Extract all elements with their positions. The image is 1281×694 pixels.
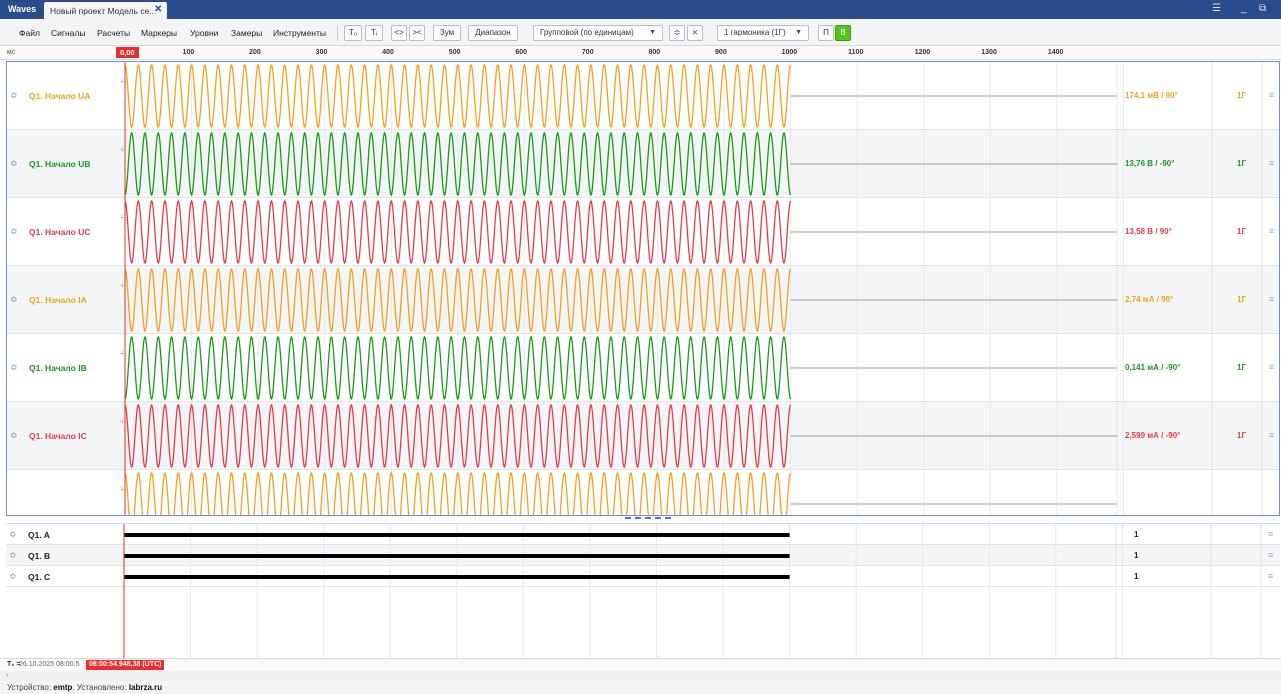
ruler-tick-label: 1200 — [914, 49, 931, 56]
ruler-tick-label: 1000 — [781, 49, 798, 56]
fit-vertical-icon: ≎ — [673, 28, 681, 37]
ruler-tick-label: 300 — [315, 49, 328, 56]
digital-state-bar[interactable] — [124, 533, 790, 537]
group-mode-value: Групповой (по единицам) — [540, 28, 634, 37]
title-bar: Waves Новый проект Модель се... ✕ ☰ _ ⧉ — [0, 0, 1281, 19]
p-button[interactable]: П — [818, 25, 834, 41]
ruler-tick-label: 1300 — [981, 49, 997, 56]
status-prefix: Устройство: — [7, 683, 54, 692]
stretch-icon: ⨯ — [691, 28, 699, 37]
minimize-icon[interactable]: _ — [1241, 3, 1247, 14]
ruler-tick-label: 200 — [249, 49, 261, 56]
ti-button[interactable]: Tᵢ — [365, 25, 383, 41]
app-title: Waves — [8, 4, 37, 14]
v-button[interactable]: В — [835, 25, 851, 41]
digital-state-bar[interactable] — [124, 575, 790, 579]
horizontal-scrollbar[interactable]: ‹ — [0, 670, 1281, 681]
menu-measurements[interactable]: Замеры — [231, 28, 262, 38]
toolbar-separator — [337, 25, 338, 41]
group-mode-select[interactable]: Групповой (по единицам) ▼ — [533, 25, 663, 41]
analog-signals-panel[interactable]: ≎ Q1. Начало UA 174,1 мВ / 90° 1Г ≡ ≎ Q1. Нача… — [6, 61, 1280, 516]
document-tab[interactable]: Новый проект Модель се... ✕ — [44, 2, 167, 19]
ruler-unit-label: мс — [7, 49, 16, 56]
menu-file[interactable]: Файл — [19, 28, 40, 38]
plus-marker-icon: + — [119, 144, 125, 156]
expand-button[interactable]: <> — [391, 25, 407, 41]
t0-date: 26.10.2025 08:00:5 — [19, 661, 80, 668]
zoom-button[interactable]: Зум — [433, 25, 461, 41]
menu-markers[interactable]: Маркеры — [141, 28, 177, 38]
ruler-tick-label: 500 — [448, 49, 461, 56]
status-installer: labrza.ru — [128, 683, 163, 692]
range-button[interactable]: Диапазон — [468, 25, 518, 41]
chevron-down-icon: ▼ — [795, 29, 802, 36]
scroll-up-icon[interactable]: ▲ — [1279, 126, 1280, 132]
chevron-down-icon: ▼ — [649, 29, 656, 36]
close-tab-icon[interactable]: ✕ — [154, 4, 162, 15]
fit-vertical-button[interactable]: ≎ — [669, 25, 685, 41]
ruler-tick-label: 700 — [581, 49, 594, 56]
status-text: Устройство: emtp. Установлено: labrza.ru — [7, 683, 162, 692]
menu-calculations[interactable]: Расчеты — [97, 28, 130, 38]
hamburger-menu-icon[interactable]: ☰ — [1212, 3, 1221, 14]
menu-tools[interactable]: Инструменты — [273, 28, 326, 38]
app-window: Waves Новый проект Модель се... ✕ ☰ _ ⧉ … — [0, 0, 1281, 694]
plus-marker-icon: + — [119, 484, 125, 496]
status-device: emtp — [53, 683, 73, 692]
digital-signals-panel[interactable]: ≎ Q1. A 1 ≡ ≎ Q1. B 1 ≡ ≎ Q1. C 1 ≡ — [6, 523, 1280, 658]
plus-marker-icon: + — [119, 212, 125, 224]
menu-levels[interactable]: Уровни — [190, 28, 218, 38]
restore-icon[interactable]: ⧉ — [1259, 3, 1266, 14]
t0-cursor-time: 08:00:54.948,38 (UTC) — [86, 660, 165, 670]
ruler-tick-label: 800 — [648, 49, 661, 56]
time-ruler[interactable]: мс 0,00 100 200 300 400 500 600 700 800 900 1000 1… — [0, 46, 1281, 60]
panel-splitter[interactable] — [625, 517, 671, 520]
digital-state-bar[interactable] — [124, 554, 790, 558]
plus-marker-icon: + — [119, 76, 125, 88]
waveform-canvas[interactable]: + + + + + + + — [7, 62, 1280, 516]
harmonic-value: 1 гармоника (1Г) — [724, 28, 786, 37]
toolbar: Файл Сигналы Расчеты Маркеры Уровни Заме… — [0, 19, 1281, 46]
digital-canvas[interactable] — [6, 524, 1280, 658]
ruler-tick-label: 600 — [515, 49, 528, 56]
plus-marker-icon: + — [119, 348, 125, 360]
scroll-left-icon[interactable]: ‹ — [6, 670, 9, 679]
t0-bar: T₀ = 26.10.2025 08:00:5 08:00:54.948,38 … — [0, 658, 1281, 671]
plus-marker-icon: + — [119, 280, 125, 292]
document-tab-label: Новый проект Модель се... — [50, 6, 157, 16]
ruler-tick-label: 1400 — [1047, 49, 1064, 56]
ruler-tick-label: 400 — [382, 49, 394, 56]
status-mid: . Установлено: — [72, 683, 129, 692]
cursor-position-badge[interactable]: 0,00 — [116, 47, 139, 58]
collapse-button[interactable]: >< — [409, 25, 425, 41]
plus-marker-icon: + — [119, 416, 125, 428]
stretch-button[interactable]: ⨯ — [687, 25, 703, 41]
ruler-tick-label: 100 — [182, 49, 195, 56]
menu-signals[interactable]: Сигналы — [51, 28, 85, 38]
t0-button[interactable]: T₀ — [344, 25, 362, 41]
harmonic-select[interactable]: 1 гармоника (1Г) ▼ — [717, 25, 809, 41]
ruler-tick-label: 1100 — [848, 49, 864, 56]
ruler-tick-label: 900 — [715, 49, 727, 56]
status-bar: Устройство: emtp. Установлено: labrza.ru — [0, 681, 1281, 694]
